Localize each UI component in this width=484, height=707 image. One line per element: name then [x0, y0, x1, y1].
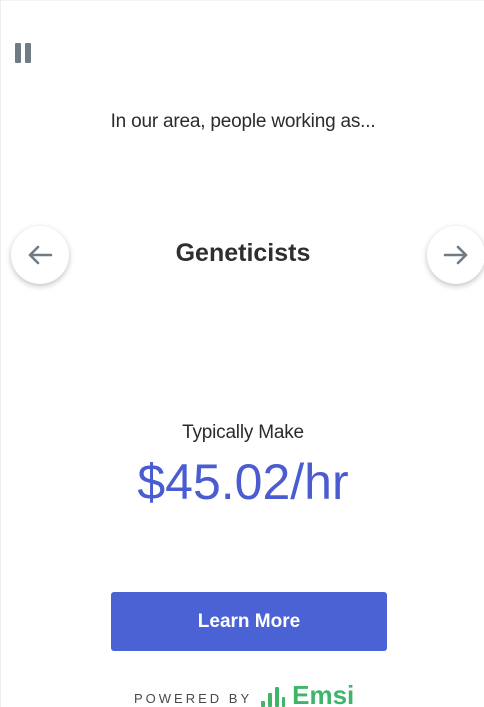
pause-button[interactable] — [15, 42, 37, 64]
occupation-title: Geneticists — [175, 239, 311, 267]
hourly-wage: $45.02/hr — [137, 454, 349, 510]
emsi-logo: Emsi — [260, 681, 354, 707]
arrow-right-icon — [443, 245, 468, 265]
pause-icon — [15, 43, 21, 63]
intro-text: In our area, people working as... — [110, 111, 376, 132]
salary-widget: In our area, people working as... Geneti… — [0, 0, 484, 707]
emsi-brand-name: Emsi — [292, 680, 355, 707]
next-occupation-button[interactable] — [427, 226, 484, 284]
typically-make-label: Typically Make — [182, 422, 304, 443]
bar-chart-icon — [261, 687, 286, 707]
powered-by-text: POWERED BY — [134, 691, 253, 706]
powered-by-emsi[interactable]: POWERED BY Emsi — [134, 681, 354, 707]
pause-icon-bar — [25, 43, 31, 63]
learn-more-button[interactable]: Learn More — [111, 592, 387, 651]
